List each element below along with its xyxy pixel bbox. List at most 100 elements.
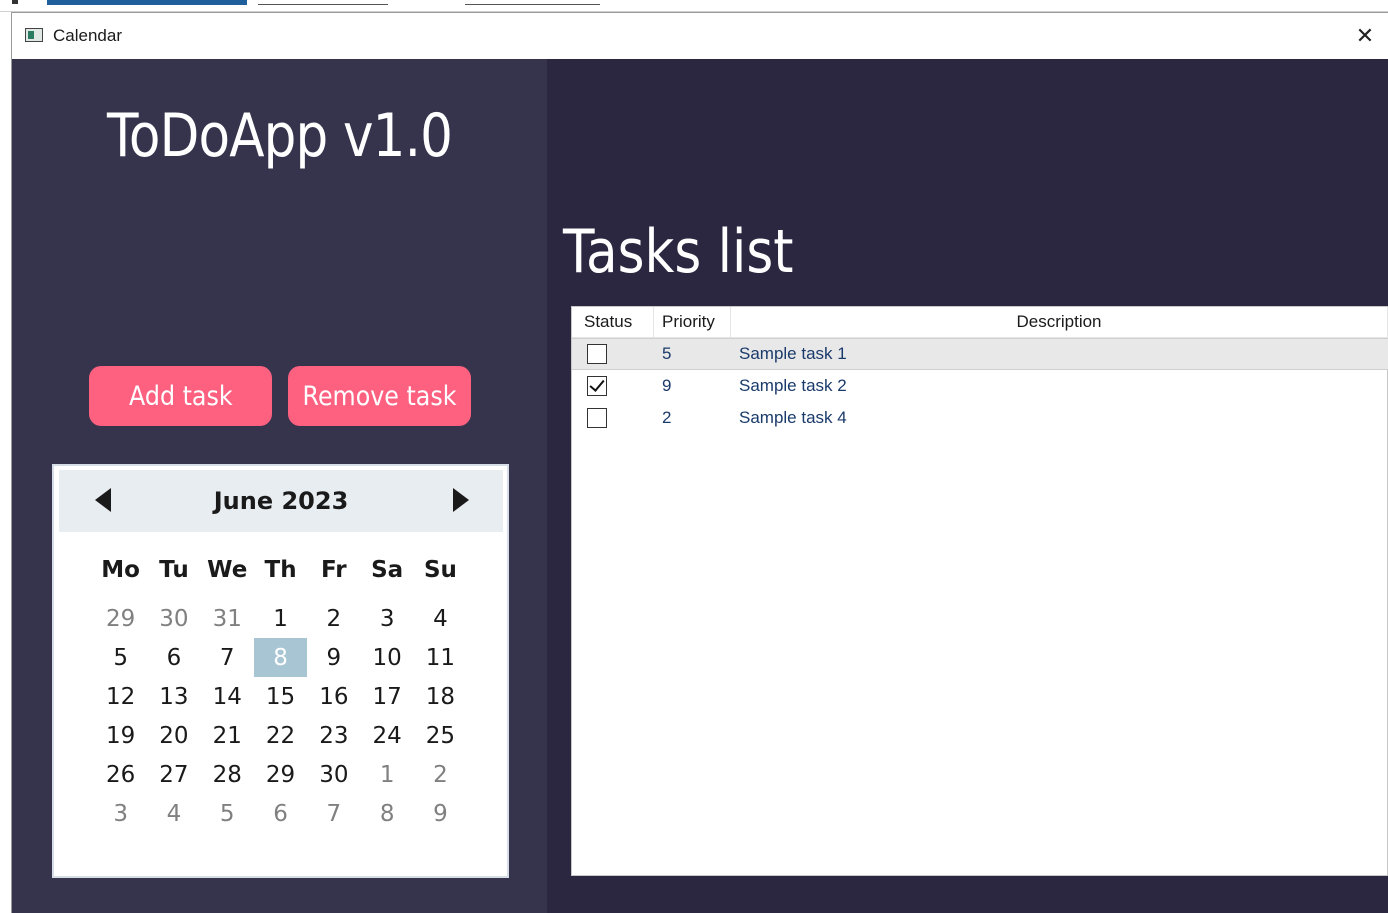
calendar-day[interactable]: 24: [360, 716, 413, 755]
weekday-label: Mo: [101, 557, 140, 583]
calendar-day[interactable]: 19: [94, 716, 147, 755]
tasks-title: Tasks list: [563, 217, 794, 287]
calendar-day[interactable]: 26: [94, 755, 147, 794]
calendar-day[interactable]: 16: [307, 677, 360, 716]
calendar-header: June 2023: [59, 470, 503, 532]
table-row[interactable]: 2 Sample task 4: [572, 402, 1388, 434]
calendar-window: Calendar ✕ ToDoApp v1.0 Add task Remove …: [11, 12, 1388, 913]
calendar-month-label[interactable]: June 2023: [59, 470, 503, 532]
description-cell: Sample task 1: [739, 344, 847, 363]
window-title: Calendar: [53, 26, 122, 45]
calendar-week-row: 29 30 31 1 2 3 4: [94, 599, 467, 638]
remove-task-button[interactable]: Remove task: [288, 366, 471, 426]
calendar-day-grid: Mo Tu We Th Fr Sa Su 29 30 31 1 2 3 4 5 6 7 8 9 10 11 12 13 14…: [94, 551, 467, 833]
calendar-day[interactable]: 29: [94, 599, 147, 638]
column-header-priority[interactable]: Priority: [654, 307, 731, 337]
calendar-day[interactable]: 28: [201, 755, 254, 794]
calendar-week-row: 26 27 28 29 30 1 2: [94, 755, 467, 794]
calendar-day[interactable]: 1: [254, 599, 307, 638]
description-cell: Sample task 2: [739, 376, 847, 395]
calendar-day[interactable]: 29: [254, 755, 307, 794]
calendar-day[interactable]: 17: [360, 677, 413, 716]
status-cell: [572, 376, 654, 396]
calendar-app-icon: [25, 28, 43, 42]
close-icon: ✕: [1355, 23, 1375, 49]
calendar-day[interactable]: 7: [201, 638, 254, 677]
description-cell: Sample task 4: [739, 408, 847, 427]
calendar-day[interactable]: 25: [414, 716, 467, 755]
column-header-status[interactable]: Status: [572, 307, 654, 337]
add-task-button[interactable]: Add task: [89, 366, 272, 426]
background-window-strip: [0, 0, 1388, 12]
calendar-day[interactable]: 15: [254, 677, 307, 716]
sidebar: ToDoApp v1.0 Add task Remove task June 2…: [12, 59, 547, 913]
chevron-left-icon[interactable]: [95, 488, 111, 512]
screen: Calendar ✕ ToDoApp v1.0 Add task Remove …: [0, 0, 1388, 913]
table-row[interactable]: 9 Sample task 2: [572, 370, 1388, 402]
calendar-day[interactable]: 14: [201, 677, 254, 716]
calendar-day[interactable]: 9: [307, 638, 360, 677]
priority-cell: 2: [662, 408, 672, 427]
calendar-day[interactable]: 9: [414, 794, 467, 833]
calendar-day-selected[interactable]: 8: [253, 638, 308, 677]
calendar-day[interactable]: 4: [147, 794, 200, 833]
background-window-fragment: [258, 0, 388, 5]
calendar-day[interactable]: 30: [307, 755, 360, 794]
calendar-widget: June 2023 Mo Tu We Th Fr Sa Su 29 30 31 1 2 3 4 5 6 7 8 9…: [52, 464, 509, 878]
background-window-fragment: [465, 0, 600, 5]
calendar-week-row: 12 13 14 15 16 17 18: [94, 677, 467, 716]
main-panel: Tasks list Status Priority Description 5…: [547, 59, 1388, 913]
calendar-day[interactable]: 6: [147, 638, 200, 677]
calendar-week-row: 3456789: [94, 794, 467, 833]
priority-cell: 5: [662, 344, 672, 363]
calendar-day[interactable]: 23: [307, 716, 360, 755]
weekday-label: Sa: [371, 557, 404, 583]
status-checkbox[interactable]: [587, 344, 607, 364]
status-cell: [572, 344, 654, 364]
weekday-label: Fr: [321, 557, 347, 583]
chevron-right-icon[interactable]: [453, 488, 469, 512]
calendar-day[interactable]: 20: [147, 716, 200, 755]
title-bar[interactable]: Calendar ✕: [12, 13, 1388, 59]
weekday-label: We: [207, 557, 248, 583]
calendar-day[interactable]: 13: [147, 677, 200, 716]
column-header-description[interactable]: Description: [731, 307, 1388, 337]
tasks-table: Status Priority Description 5 Sample task…: [571, 306, 1388, 876]
calendar-day[interactable]: 18: [414, 677, 467, 716]
calendar-day[interactable]: 8: [360, 794, 413, 833]
calendar-day[interactable]: 3: [94, 794, 147, 833]
weekday-label: Su: [423, 557, 457, 583]
calendar-day[interactable]: 11: [414, 638, 467, 677]
calendar-day[interactable]: 12: [94, 677, 147, 716]
calendar-day[interactable]: 2: [307, 599, 360, 638]
priority-cell: 9: [662, 376, 672, 395]
calendar-day[interactable]: 10: [360, 638, 413, 677]
add-task-label: Add task: [128, 380, 233, 412]
weekday-label: Tu: [159, 557, 189, 583]
calendar-day[interactable]: 7: [307, 794, 360, 833]
weekday-label: Th: [264, 557, 297, 583]
calendar-day[interactable]: 2: [414, 755, 467, 794]
calendar-day[interactable]: 31: [201, 599, 254, 638]
status-checkbox[interactable]: [587, 408, 607, 428]
calendar-day[interactable]: 5: [201, 794, 254, 833]
status-checkbox[interactable]: [587, 376, 607, 396]
app-title: ToDoApp v1.0: [107, 101, 453, 171]
calendar-day[interactable]: 4: [414, 599, 467, 638]
status-cell: [572, 408, 654, 428]
table-row[interactable]: 5 Sample task 1: [572, 338, 1388, 370]
calendar-day[interactable]: 1: [360, 755, 413, 794]
calendar-day[interactable]: 3: [360, 599, 413, 638]
calendar-day[interactable]: 22: [254, 716, 307, 755]
calendar-week-row: 5 6 7 8 9 10 11: [94, 638, 467, 677]
calendar-day[interactable]: 21: [201, 716, 254, 755]
calendar-day[interactable]: 6: [254, 794, 307, 833]
close-button[interactable]: ✕: [1342, 13, 1388, 59]
background-window-fragment: [12, 0, 18, 4]
calendar-day[interactable]: 27: [147, 755, 200, 794]
weekday-header-row: Mo Tu We Th Fr Sa Su: [94, 551, 467, 599]
calendar-day[interactable]: 5: [94, 638, 147, 677]
table-header-row: Status Priority Description: [572, 307, 1388, 338]
calendar-week-row: 19 20 21 22 23 24 25: [94, 716, 467, 755]
calendar-day[interactable]: 30: [147, 599, 200, 638]
